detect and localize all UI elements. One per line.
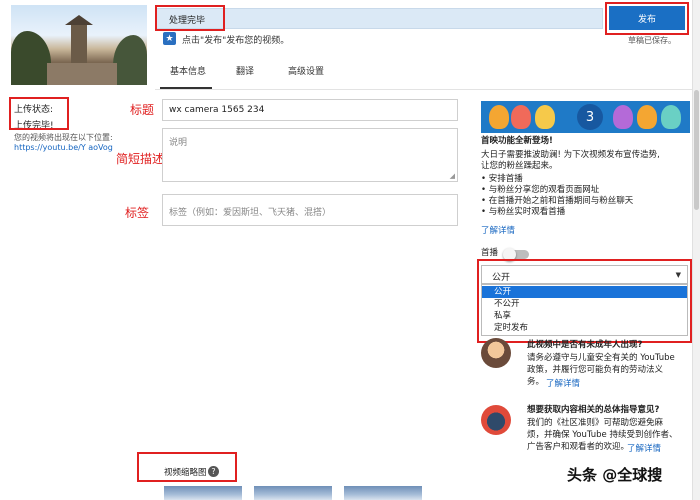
- watermark-text: 头条 @全球搜: [567, 466, 663, 484]
- page-scrollbar[interactable]: [692, 0, 700, 500]
- tab-translation[interactable]: 翻译: [236, 64, 254, 77]
- info1-line2: 政策，并履行您可能负有的劳动法义: [527, 365, 664, 375]
- community-guidelines-illustration: [481, 405, 511, 435]
- promo-bullet-2: • 与粉丝分享您的观看页面网址: [481, 185, 600, 195]
- annotation-box-upload-status: [9, 97, 69, 130]
- thumbnail-option-2[interactable]: [254, 486, 332, 500]
- info1-heading: 此视频中是否有未成年人出现?: [527, 340, 643, 350]
- promo-bullet-3: • 在首播开始之前和首播期间与粉丝聊天: [481, 196, 634, 206]
- title-input[interactable]: wx camera 1565 234: [162, 99, 458, 121]
- info2-line2: 烦，并确保 YouTube 持续受到创作者、: [527, 430, 678, 440]
- children-safety-illustration: [481, 338, 511, 368]
- tab-advanced-settings[interactable]: 高级设置: [288, 64, 324, 77]
- annotation-tags: 标签: [125, 206, 150, 220]
- title-input-value: wx camera 1565 234: [169, 105, 265, 115]
- description-placeholder: 说明: [169, 138, 188, 148]
- info2-line3: 广告客户和观看者的欢迎。: [527, 442, 630, 452]
- tabs-divider: [155, 89, 692, 90]
- star-icon: ★: [163, 32, 176, 45]
- annotation-box-publish: [605, 2, 689, 35]
- video-url-link[interactable]: https://youtu.be/Y aoVog: [14, 143, 113, 152]
- info1-line1: 请务必遵守与儿童安全有关的 YouTube: [527, 353, 675, 363]
- info2-line1: 我们的《社区准则》可帮助您避免麻: [527, 418, 664, 428]
- thumbnail-option-3[interactable]: [344, 486, 422, 500]
- annotation-title: 标题: [130, 103, 155, 117]
- annotation-description: 简短描述: [116, 152, 165, 166]
- premiere-promo-banner: 3: [481, 101, 690, 133]
- draft-saved-text: 草稿已保存。: [628, 36, 676, 45]
- info1-line3: 务。: [527, 377, 545, 387]
- promo-line2: 让您的粉丝躁起来。: [481, 161, 558, 171]
- promo-bullet-4: • 与粉丝实时观看首播: [481, 207, 566, 217]
- description-textarea[interactable]: 说明 ◢: [162, 128, 458, 182]
- annotation-box-thumbnails: [137, 452, 237, 482]
- publish-hint: 点击"发布"发布您的视频。: [182, 36, 290, 46]
- info2-heading: 想要获取内容相关的总体指导意见?: [527, 405, 660, 415]
- promo-heading: 首映功能全新登场!: [481, 136, 553, 146]
- thumbnail-option-1[interactable]: [164, 486, 242, 500]
- info1-learn-more-link[interactable]: 了解详情: [546, 377, 580, 389]
- promo-bullet-1: • 安排首播: [481, 174, 523, 184]
- promo-learn-more-link[interactable]: 了解详情: [481, 224, 515, 236]
- info2-learn-more-link[interactable]: 了解详情: [627, 442, 661, 454]
- promo-line1: 大日子需要推波助澜! 为下次视频发布宣传造势,: [481, 150, 660, 160]
- annotation-box-visibility: [477, 259, 692, 343]
- video-thumbnail-preview: [11, 5, 147, 85]
- tags-input[interactable]: 标签（例如：爱因斯坦、飞天猪、混搭）: [162, 194, 458, 226]
- premiere-label: 首播: [481, 248, 499, 258]
- promo-badge-number: 3: [577, 104, 603, 130]
- premiere-toggle[interactable]: [503, 248, 529, 261]
- tags-placeholder: 标签（例如：爱因斯坦、飞天猪、混搭）: [169, 208, 332, 218]
- resize-handle-icon[interactable]: ◢: [450, 172, 455, 180]
- tab-basic-info[interactable]: 基本信息: [170, 64, 206, 77]
- annotation-box-status: [155, 5, 225, 31]
- video-location-label: 您的视频将出现在以下位置:: [14, 133, 113, 142]
